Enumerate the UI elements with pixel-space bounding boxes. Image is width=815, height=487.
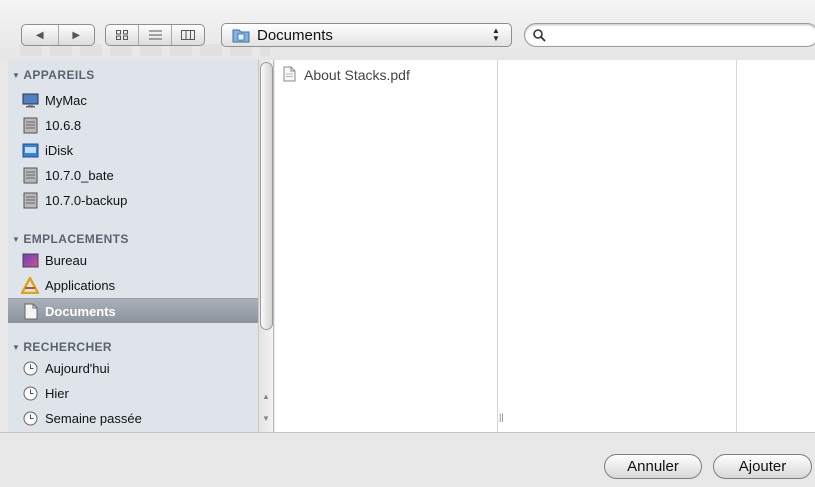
applications-icon (21, 277, 39, 295)
sidebar-item-aujourdhui[interactable]: Aujourd'hui (8, 356, 258, 381)
sidebar-item-10-7-0-bate[interactable]: 10.7.0_bate (8, 163, 258, 188)
sidebar-item-label: Applications (45, 278, 116, 293)
sidebar-item-applications[interactable]: Applications (8, 273, 258, 298)
search-field[interactable] (524, 23, 815, 47)
sidebar-item-label: Aujourd'hui (45, 361, 110, 376)
column-view-icon (181, 30, 195, 40)
clock-icon (21, 385, 39, 403)
sidebar-item-bureau[interactable]: Bureau (8, 248, 258, 273)
sidebar-item-idisk[interactable]: iDisk (8, 138, 258, 163)
icon-view-icon (116, 30, 128, 40)
documents-icon (21, 302, 39, 320)
cancel-button[interactable]: Annuler (604, 454, 702, 479)
column-divider[interactable] (497, 60, 498, 432)
sidebar: ▼ APPAREILS MyMac 10.6.8 iDisk 10.7.0_bat… (8, 60, 274, 432)
toolbar: ◀ ▶ Documents ▲ ▼ (0, 0, 815, 60)
hard-drive-icon (21, 167, 39, 185)
sidebar-scrollbar[interactable]: ▲ ▼ (258, 60, 273, 432)
add-button[interactable]: Ajouter (713, 454, 812, 479)
sidebar-section-appareils[interactable]: ▼ APPAREILS (12, 68, 95, 82)
column-divider[interactable] (736, 60, 737, 432)
sidebar-scroll-thumb[interactable] (260, 62, 273, 330)
sidebar-item-label: Hier (45, 386, 69, 401)
sidebar-item-label: Bureau (45, 253, 87, 268)
desktop-icon (21, 252, 39, 270)
scroll-down-arrow-icon[interactable]: ▼ (262, 414, 270, 423)
column-resize-grip-icon[interactable]: || (499, 412, 504, 422)
back-button[interactable]: ◀ (22, 25, 59, 45)
idisk-icon (21, 142, 39, 160)
forward-icon: ▶ (72, 29, 81, 41)
sidebar-item-documents[interactable]: Documents (8, 298, 258, 323)
column-view-button[interactable] (172, 25, 204, 45)
computer-icon (21, 92, 39, 110)
file-name: About Stacks.pdf (304, 67, 410, 83)
sidebar-item-label: iDisk (45, 143, 74, 158)
disclosure-triangle-icon: ▼ (12, 343, 21, 352)
sidebar-item-label: Semaine passée (45, 411, 142, 426)
sidebar-item-label: 10.7.0_bate (45, 168, 114, 183)
forward-button[interactable]: ▶ (59, 25, 95, 45)
clock-icon (21, 410, 39, 428)
view-mode-segmented-control (105, 24, 205, 46)
sidebar-item-hier[interactable]: Hier (8, 381, 258, 406)
sidebar-item-label: MyMac (45, 93, 87, 108)
hard-drive-icon (21, 117, 39, 135)
documents-folder-icon (232, 29, 250, 43)
sidebar-item-mymac[interactable]: MyMac (8, 88, 258, 113)
disclosure-triangle-icon: ▼ (12, 71, 21, 80)
disclosure-triangle-icon: ▼ (12, 235, 21, 244)
search-icon (533, 28, 546, 42)
dialog-button-bar: Annuler Ajouter (0, 432, 815, 487)
sidebar-item-label: 10.6.8 (45, 118, 82, 133)
list-view-button[interactable] (139, 25, 172, 45)
sidebar-item-semaine-passee[interactable]: Semaine passée (8, 406, 258, 431)
path-popup-button[interactable]: Documents ▲ ▼ (221, 23, 512, 47)
path-popup-label: Documents (257, 26, 333, 44)
list-view-icon (148, 30, 162, 40)
search-input[interactable] (552, 27, 802, 43)
scroll-up-arrow-icon[interactable]: ▲ (262, 392, 270, 401)
column-browser: About Stacks.pdf || (275, 60, 815, 432)
hard-drive-icon (21, 192, 39, 210)
sidebar-section-rechercher[interactable]: ▼ RECHERCHER (12, 340, 112, 354)
sidebar-item-label: Documents (45, 303, 116, 319)
back-icon: ◀ (35, 29, 44, 41)
pdf-file-icon (283, 66, 296, 85)
clock-icon (21, 360, 39, 378)
sidebar-section-emplacements[interactable]: ▼ EMPLACEMENTS (12, 232, 129, 246)
icon-view-button[interactable] (106, 25, 139, 45)
sidebar-item-label: 10.7.0-backup (45, 193, 128, 208)
sidebar-item-10-7-0-backup[interactable]: 10.7.0-backup (8, 188, 258, 213)
popup-stepper-icon: ▲ ▼ (492, 26, 500, 43)
sidebar-item-10-6-8[interactable]: 10.6.8 (8, 113, 258, 138)
navigation-segmented-control: ◀ ▶ (21, 24, 95, 46)
file-item-about-stacks[interactable]: About Stacks.pdf (283, 64, 410, 86)
